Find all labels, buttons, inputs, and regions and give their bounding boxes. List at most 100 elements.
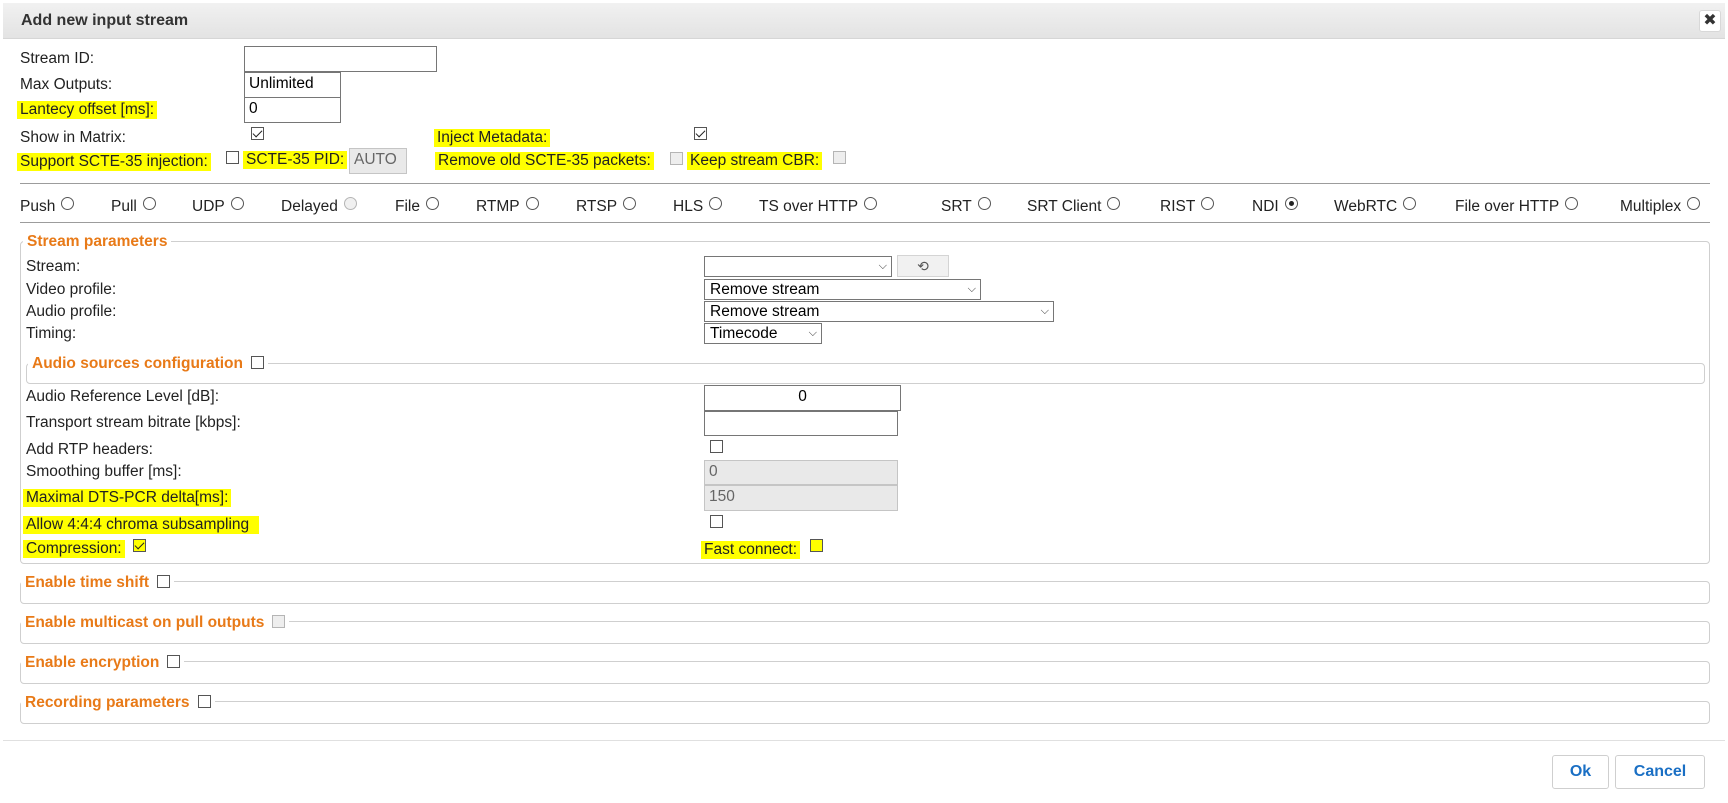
protocol-radio-hls[interactable] [709, 197, 723, 210]
add-rtp-headers-label: Add RTP headers: [26, 441, 153, 458]
audio-sources-legend: Audio sources configuration [28, 355, 268, 373]
protocol-label: UDP [192, 198, 225, 215]
protocol-radio-file-over-http[interactable] [1565, 197, 1579, 210]
remove-old-scte-checkbox[interactable] [670, 152, 683, 165]
max-dts-pcr-label: Maximal DTS-PCR delta[ms]: [23, 489, 232, 507]
protocol-label: Pull [111, 198, 137, 215]
protocol-radio-multiplex[interactable] [1687, 197, 1701, 210]
audio-profile-label: Audio profile: [26, 303, 117, 320]
keep-stream-cbr-checkbox[interactable] [833, 151, 846, 164]
multicast-legend-text: Enable multicast on pull outputs [25, 614, 265, 631]
protocol-radio-ts-over-http[interactable] [864, 197, 878, 210]
protocol-radio-webrtc[interactable] [1403, 197, 1417, 210]
cancel-button[interactable]: Cancel [1615, 755, 1705, 789]
protocol-radio-rtsp[interactable] [623, 197, 637, 210]
stream-parameters-legend: Stream parameters [23, 233, 172, 251]
audio-sources-checkbox[interactable] [250, 356, 264, 369]
max-outputs-input[interactable]: Unlimited [244, 72, 341, 98]
refresh-icon[interactable]: ⟲ [897, 255, 949, 277]
smoothing-buffer-label: Smoothing buffer [ms]: [26, 463, 182, 480]
protocol-radio-rtmp[interactable] [525, 197, 539, 210]
encryption-checkbox[interactable] [167, 655, 181, 668]
recording-checkbox[interactable] [197, 695, 211, 708]
close-icon[interactable]: ✖ [1699, 10, 1721, 32]
audio-sources-fieldset [26, 363, 1705, 384]
scte-pid-input[interactable]: AUTO [349, 148, 407, 174]
protocol-label: Push [20, 198, 56, 215]
chevron-down-icon: ⌵ [1040, 305, 1049, 317]
smoothing-buffer-input[interactable]: 0 [704, 460, 898, 485]
protocol-radio-pull[interactable] [142, 197, 156, 210]
protocol-radio-udp[interactable] [230, 197, 244, 210]
protocol-label: File [395, 198, 420, 215]
fast-connect-checkbox[interactable] [810, 539, 823, 552]
protocol-radio-ndi[interactable] [1284, 197, 1298, 210]
recording-legend-text: Recording parameters [25, 694, 190, 711]
audio-reference-level-label: Audio Reference Level [dB]: [26, 388, 220, 405]
recording-fieldset [20, 701, 1710, 724]
inject-metadata-checkbox[interactable] [694, 127, 707, 140]
encryption-fieldset [20, 661, 1710, 684]
protocol-label: RTSP [576, 198, 618, 215]
compression-label: Compression: [23, 540, 125, 558]
audio-profile-select[interactable]: Remove stream ⌵ [704, 301, 1054, 322]
protocol-radio-delayed[interactable] [343, 197, 357, 210]
fast-connect-label: Fast connect: [701, 541, 801, 559]
chroma-subsampling-checkbox[interactable] [710, 515, 723, 528]
protocol-radio-srt-client[interactable] [1107, 197, 1121, 210]
encryption-legend-text: Enable encryption [25, 654, 160, 671]
stream-id-label: Stream ID: [20, 50, 95, 67]
max-outputs-label: Max Outputs: [20, 76, 113, 93]
chevron-down-icon: ⌵ [808, 327, 817, 339]
stream-label: Stream: [26, 258, 81, 275]
inject-metadata-label: Inject Metadata: [434, 129, 551, 147]
chevron-down-icon: ⌵ [878, 260, 887, 272]
timing-value: Timecode [710, 325, 778, 342]
add-rtp-headers-checkbox[interactable] [710, 440, 723, 453]
multicast-checkbox[interactable] [272, 615, 286, 628]
protocol-label: RTMP [476, 198, 520, 215]
latency-offset-label: Lantecy offset [ms]: [17, 101, 158, 119]
show-in-matrix-label: Show in Matrix: [20, 129, 126, 146]
protocol-radio-push[interactable] [61, 197, 75, 210]
dialog-titlebar[interactable]: Add new input stream ✖ [3, 3, 1725, 39]
divider [20, 183, 1710, 184]
timing-select[interactable]: Timecode ⌵ [704, 323, 822, 344]
max-dts-pcr-input[interactable]: 150 [704, 485, 898, 511]
audio-profile-value: Remove stream [710, 303, 820, 320]
latency-offset-input[interactable]: 0 [244, 97, 341, 123]
protocol-radio-file[interactable] [425, 197, 439, 210]
protocol-radio-srt[interactable] [977, 197, 991, 210]
video-profile-label: Video profile: [26, 281, 117, 298]
footer-divider [3, 740, 1725, 741]
add-input-stream-dialog: Add new input stream ✖ Stream ID: Max Ou… [0, 0, 1728, 803]
protocol-label: RIST [1160, 198, 1196, 215]
multicast-legend: Enable multicast on pull outputs [21, 614, 290, 632]
ts-bitrate-input[interactable] [704, 411, 898, 436]
protocol-label: SRT Client [1027, 198, 1102, 215]
protocol-label: File over HTTP [1455, 198, 1560, 215]
audio-reference-level-input[interactable]: 0 [704, 385, 901, 411]
chevron-down-icon: ⌵ [967, 283, 976, 295]
protocol-label: Multiplex [1620, 198, 1682, 215]
time-shift-fieldset [20, 581, 1710, 604]
divider [20, 222, 1710, 223]
encryption-legend: Enable encryption [21, 654, 185, 672]
protocol-label: HLS [673, 198, 704, 215]
dialog-title: Add new input stream [21, 12, 189, 29]
compression-checkbox[interactable] [133, 539, 146, 552]
ts-bitrate-label: Transport stream bitrate [kbps]: [26, 414, 241, 431]
audio-sources-legend-text: Audio sources configuration [32, 355, 243, 372]
video-profile-select[interactable]: Remove stream ⌵ [704, 279, 981, 300]
time-shift-checkbox[interactable] [157, 575, 171, 588]
protocol-radio-rist[interactable] [1201, 197, 1215, 210]
protocol-label: WebRTC [1334, 198, 1398, 215]
scte-injection-label: Support SCTE-35 injection: [17, 153, 211, 171]
protocol-label: Delayed [281, 198, 338, 215]
ok-button[interactable]: Ok [1552, 755, 1609, 789]
stream-id-input[interactable] [244, 46, 437, 72]
show-in-matrix-checkbox[interactable] [251, 127, 264, 140]
video-profile-value: Remove stream [710, 281, 820, 298]
scte-injection-checkbox[interactable] [226, 151, 239, 164]
stream-select[interactable]: ⌵ [704, 256, 892, 277]
